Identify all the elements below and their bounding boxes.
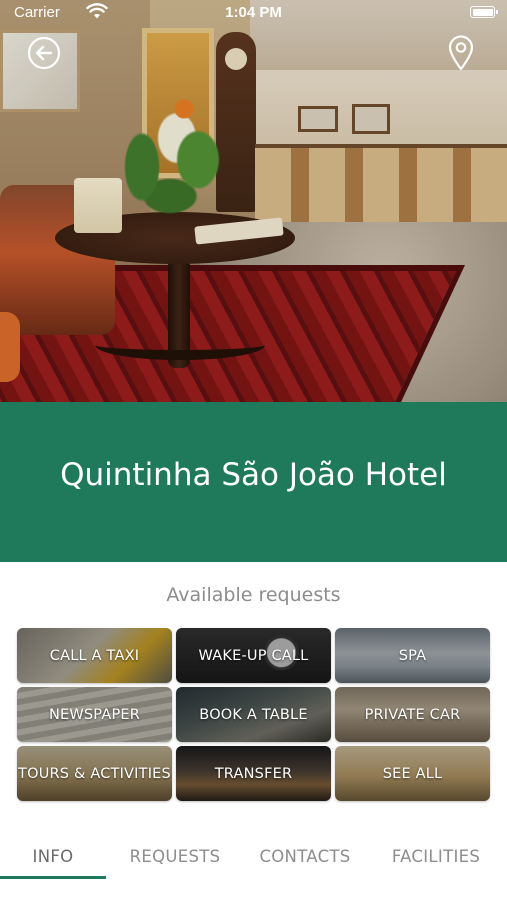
bottom-tab-bar: INFO REQUESTS CONTACTS FACILITIES — [0, 832, 507, 882]
clock-time: 1:04 PM — [225, 4, 282, 21]
tile-label: TOURS & ACTIVITIES — [18, 765, 171, 782]
book-a-table-tile[interactable]: BOOK A TABLE — [176, 687, 331, 742]
call-a-taxi-tile[interactable]: CALL A TAXI — [17, 628, 172, 683]
tile-label: NEWSPAPER — [48, 706, 141, 723]
map-pin-icon — [448, 35, 474, 71]
status-bar: Carrier 1:04 PM — [0, 0, 507, 26]
available-requests-heading: Available requests — [166, 584, 341, 606]
hotel-lobby-photo — [0, 0, 507, 402]
tile-label: BOOK A TABLE — [199, 706, 308, 723]
hotel-name: Quintinha São João Hotel — [60, 457, 447, 493]
tile-label: CALL A TAXI — [49, 647, 140, 664]
tile-label: WAKE-UP CALL — [198, 647, 309, 664]
tile-label: TRANSFER — [214, 765, 293, 782]
back-button[interactable] — [27, 36, 61, 70]
hotel-title-banner: Quintinha São João Hotel — [0, 402, 507, 562]
active-tab-indicator — [0, 876, 106, 879]
tab-facilities[interactable]: FACILITIES — [376, 832, 496, 880]
spa-tile[interactable]: SPA — [335, 628, 490, 683]
see-all-tile[interactable]: SEE ALL — [335, 746, 490, 801]
tab-requests[interactable]: REQUESTS — [116, 832, 234, 880]
tab-info[interactable]: INFO — [0, 832, 106, 880]
tile-label: SEE ALL — [382, 765, 443, 782]
transfer-tile[interactable]: TRANSFER — [176, 746, 331, 801]
battery-icon — [470, 6, 498, 18]
newspaper-tile[interactable]: NEWSPAPER — [17, 687, 172, 742]
tile-label: SPA — [398, 647, 427, 664]
requests-grid: CALL A TAXI WAKE-UP CALL SPA NEWSPAPER B… — [17, 628, 490, 801]
private-car-tile[interactable]: PRIVATE CAR — [335, 687, 490, 742]
wake-up-call-tile[interactable]: WAKE-UP CALL — [176, 628, 331, 683]
tile-label: PRIVATE CAR — [364, 706, 461, 723]
map-button[interactable] — [447, 35, 475, 71]
tab-contacts[interactable]: CONTACTS — [244, 832, 366, 880]
back-arrow-icon — [27, 36, 61, 70]
tours-and-activities-tile[interactable]: TOURS & ACTIVITIES — [17, 746, 172, 801]
